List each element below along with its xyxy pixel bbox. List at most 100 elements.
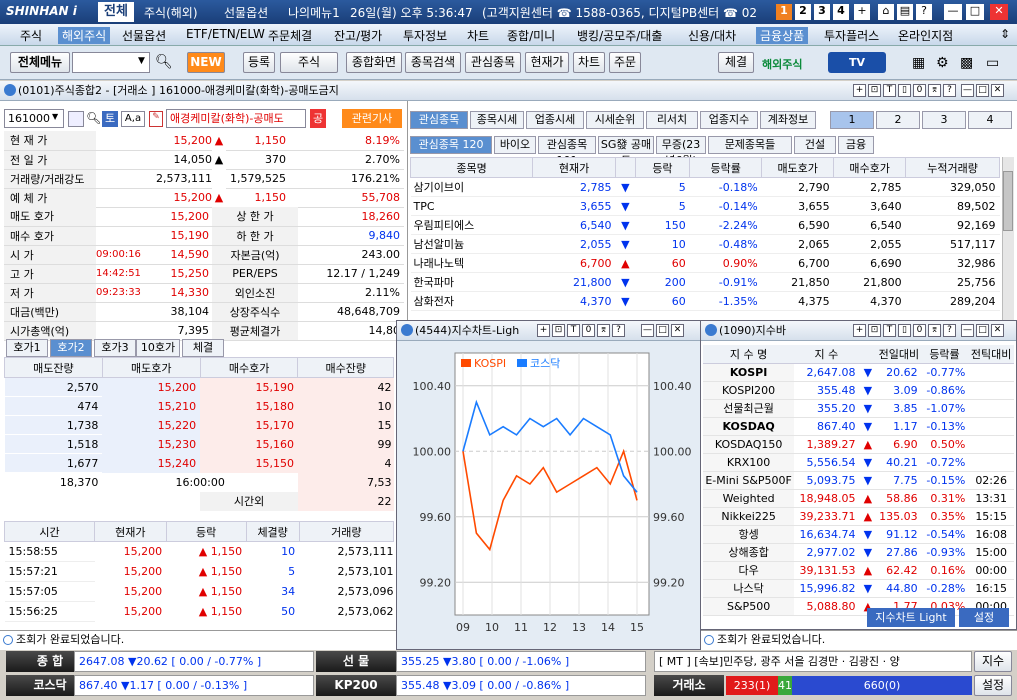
- hoga-row[interactable]: 1,677 15,240 15,150 4: [4, 453, 394, 473]
- new-button[interactable]: NEW: [187, 52, 225, 73]
- menu-balance[interactable]: 잔고/평가: [334, 27, 382, 44]
- news-ticker[interactable]: [ MT ] [속보]민주당, 광주 서을 김경만 · 김광진 · 양: [654, 651, 972, 672]
- watch-tab[interactable]: 관심종목: [410, 111, 468, 129]
- index-row[interactable]: KOSPI 2,647.08 ▼ 20.62 -0.77%: [703, 363, 1014, 382]
- hoga-tab[interactable]: 10호가: [136, 339, 180, 357]
- watch-group-tab[interactable]: 관심종목 120: [410, 136, 492, 154]
- index-button[interactable]: 지수: [974, 651, 1012, 672]
- add-icon[interactable]: +: [853, 84, 866, 97]
- menu-credit[interactable]: 신용/대차: [688, 27, 736, 44]
- zero-icon[interactable]: 0: [913, 84, 926, 97]
- menu-products[interactable]: 금융상품: [756, 27, 809, 44]
- index-row[interactable]: Nikkei225 39,233.71 ▲ 135.03 0.35% 15:15: [703, 507, 1014, 526]
- menu-mini[interactable]: 종합/미니: [507, 27, 555, 44]
- hoga-row[interactable]: 474 15,210 15,180 10: [4, 396, 394, 416]
- menu-online[interactable]: 온라인지점: [898, 27, 953, 44]
- list-icon[interactable]: [68, 111, 84, 127]
- stock-name-field[interactable]: 애경케미칼(화학)-공매도: [166, 109, 306, 128]
- tv-button[interactable]: TV: [828, 52, 886, 73]
- chart-button[interactable]: 차트: [573, 52, 605, 73]
- home-icon[interactable]: ⌂: [878, 4, 894, 20]
- settings-button[interactable]: 설정: [974, 675, 1012, 696]
- help-icon[interactable]: ?: [943, 324, 956, 337]
- watch-row[interactable]: 한국파마 21,800 ▼ 200 -0.91% 21,850 21,800 25,756: [410, 272, 1000, 292]
- index-row[interactable]: Weighted 18,948.05 ▲ 58.86 0.31% 13:31: [703, 489, 1014, 508]
- watch-row[interactable]: 우림피티에스 6,540 ▼ 150 -2.24% 6,590 6,540 92,169: [410, 215, 1000, 235]
- add-icon[interactable]: +: [854, 4, 870, 20]
- watch-group-tab[interactable]: 무증(23년6월): [656, 136, 706, 167]
- overseas-stock-link[interactable]: 해외주식: [762, 56, 802, 72]
- search-icon[interactable]: 🔍︎: [155, 54, 173, 70]
- watch-row[interactable]: TPC 3,655 ▼ 5 -0.14% 3,655 3,640 89,502: [410, 196, 1000, 216]
- index-row[interactable]: E-Mini S&P500F 5,093.75 ▼ 7.75 -0.15% 02:26: [703, 471, 1014, 490]
- tab-futures[interactable]: 선물옵션: [224, 4, 268, 21]
- watch-tab[interactable]: 업종시세: [526, 111, 584, 129]
- watch-tab[interactable]: 종목시세: [470, 111, 524, 129]
- zero-icon[interactable]: 0: [582, 324, 595, 337]
- menu-more-icon[interactable]: ⇕: [1000, 27, 1010, 41]
- watch-group-tab[interactable]: 건설: [794, 136, 836, 154]
- menu-banking[interactable]: 뱅킹/공모주/대출: [577, 27, 662, 44]
- layout-4-button[interactable]: 4: [833, 4, 849, 20]
- index-row[interactable]: KRX100 5,556.54 ▼ 40.21 -0.72%: [703, 453, 1014, 472]
- chevron-down-icon[interactable]: ▼: [138, 56, 145, 66]
- watch-row[interactable]: 삼화전자 4,370 ▼ 60 -1.35% 4,375 4,370 289,204: [410, 291, 1000, 311]
- tab-all[interactable]: 전체: [98, 2, 134, 22]
- menu-invest-plus[interactable]: 투자플러스: [824, 27, 879, 44]
- window-icon[interactable]: ▭: [986, 55, 999, 71]
- font-size-button[interactable]: A,a: [121, 111, 145, 127]
- maximize-icon[interactable]: □: [976, 324, 989, 337]
- close-icon[interactable]: ✕: [991, 84, 1004, 97]
- watch-row[interactable]: 나래나노텍 6,700 ▲ 60 0.90% 6,700 6,690 32,986: [410, 253, 1000, 273]
- calculator-icon[interactable]: ▦: [912, 55, 925, 71]
- price-button[interactable]: 현재가: [525, 52, 569, 73]
- watch-page-tab[interactable]: 2: [876, 111, 920, 129]
- related-news-button[interactable]: 관련기사: [342, 109, 402, 128]
- watch-row[interactable]: 남선알미늄 2,055 ▼ 10 -0.48% 2,065 2,055 517,117: [410, 234, 1000, 254]
- index-row[interactable]: KOSPI200 355.48 ▼ 3.09 -0.86%: [703, 381, 1014, 400]
- watch-tab[interactable]: 업종지수: [700, 111, 758, 129]
- menu-etf[interactable]: ETF/ETN/ELW: [186, 27, 265, 41]
- index-chart-light-button[interactable]: 지수차트 Light: [867, 608, 955, 627]
- lock-icon[interactable]: ⊡: [868, 84, 881, 97]
- watch-tab[interactable]: 리서치: [646, 111, 698, 129]
- settings-button[interactable]: 설정: [959, 608, 1009, 627]
- hoga-tab[interactable]: 호가3: [94, 339, 136, 357]
- minimize-icon[interactable]: —: [961, 324, 974, 337]
- minimize-icon[interactable]: —: [944, 4, 962, 20]
- memo-icon[interactable]: ✎: [149, 111, 163, 127]
- text-icon[interactable]: T: [883, 324, 896, 337]
- maximize-icon[interactable]: □: [976, 84, 989, 97]
- text-icon[interactable]: T: [883, 84, 896, 97]
- hoga-row[interactable]: 1,738 15,220 15,170 15: [4, 415, 394, 435]
- zero-icon[interactable]: 0: [913, 324, 926, 337]
- hoga-tab[interactable]: 호가1: [6, 339, 48, 357]
- add-icon[interactable]: +: [853, 324, 866, 337]
- minimize-icon[interactable]: —: [641, 324, 654, 337]
- watchlist-button[interactable]: 관심종목: [465, 52, 521, 73]
- hoga-row[interactable]: 2,570 15,200 15,190 42: [4, 377, 394, 397]
- index-row[interactable]: KOSDAQ 867.40 ▼ 1.17 -0.13%: [703, 417, 1014, 436]
- maximize-icon[interactable]: □: [656, 324, 669, 337]
- layout-3-button[interactable]: 3: [814, 4, 830, 20]
- menu-overseas[interactable]: 해외주식: [58, 27, 111, 44]
- watch-group-tab[interactable]: 금융: [838, 136, 874, 154]
- close-icon[interactable]: ✕: [671, 324, 684, 337]
- menu-chart[interactable]: 차트: [467, 27, 489, 44]
- hoga-row[interactable]: 1,518 15,230 15,160 99: [4, 434, 394, 454]
- print-icon[interactable]: ▤: [897, 4, 913, 20]
- help-icon[interactable]: ?: [916, 4, 932, 20]
- watch-group-tab[interactable]: 관심종목 101: [538, 136, 596, 167]
- overview-button[interactable]: 종합화면: [346, 52, 402, 73]
- index-row[interactable]: KOSDAQ150 1,389.27 ▲ 6.90 0.50%: [703, 435, 1014, 454]
- watch-page-tab[interactable]: 3: [922, 111, 966, 129]
- index-row[interactable]: 항셍 16,634.74 ▼ 91.12 -0.54% 16:08: [703, 525, 1014, 544]
- maximize-icon[interactable]: □: [966, 4, 984, 20]
- watch-row[interactable]: 삼기이브이 2,785 ▼ 5 -0.18% 2,790 2,785 329,050: [410, 177, 1000, 197]
- watch-tab[interactable]: 계좌정보: [760, 111, 816, 129]
- watch-tab[interactable]: 시세순위: [586, 111, 644, 129]
- layout-1-button[interactable]: 1: [776, 4, 792, 20]
- pin-icon[interactable]: ⌆: [597, 324, 610, 337]
- lock-icon[interactable]: ⊡: [868, 324, 881, 337]
- grid-icon[interactable]: ▩: [960, 55, 973, 71]
